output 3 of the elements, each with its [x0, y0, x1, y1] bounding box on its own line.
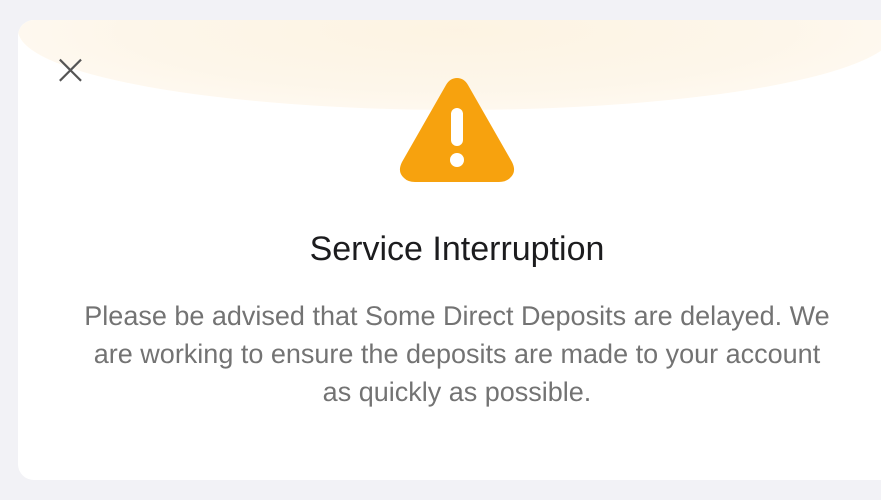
dialog-title: Service Interruption [310, 230, 604, 269]
close-button[interactable]: × [52, 50, 89, 90]
dialog-message: Please be advised that Some Direct Deposits are delayed. We are working to ensure the deposits are made to your account as quickly as possible. [83, 300, 831, 409]
